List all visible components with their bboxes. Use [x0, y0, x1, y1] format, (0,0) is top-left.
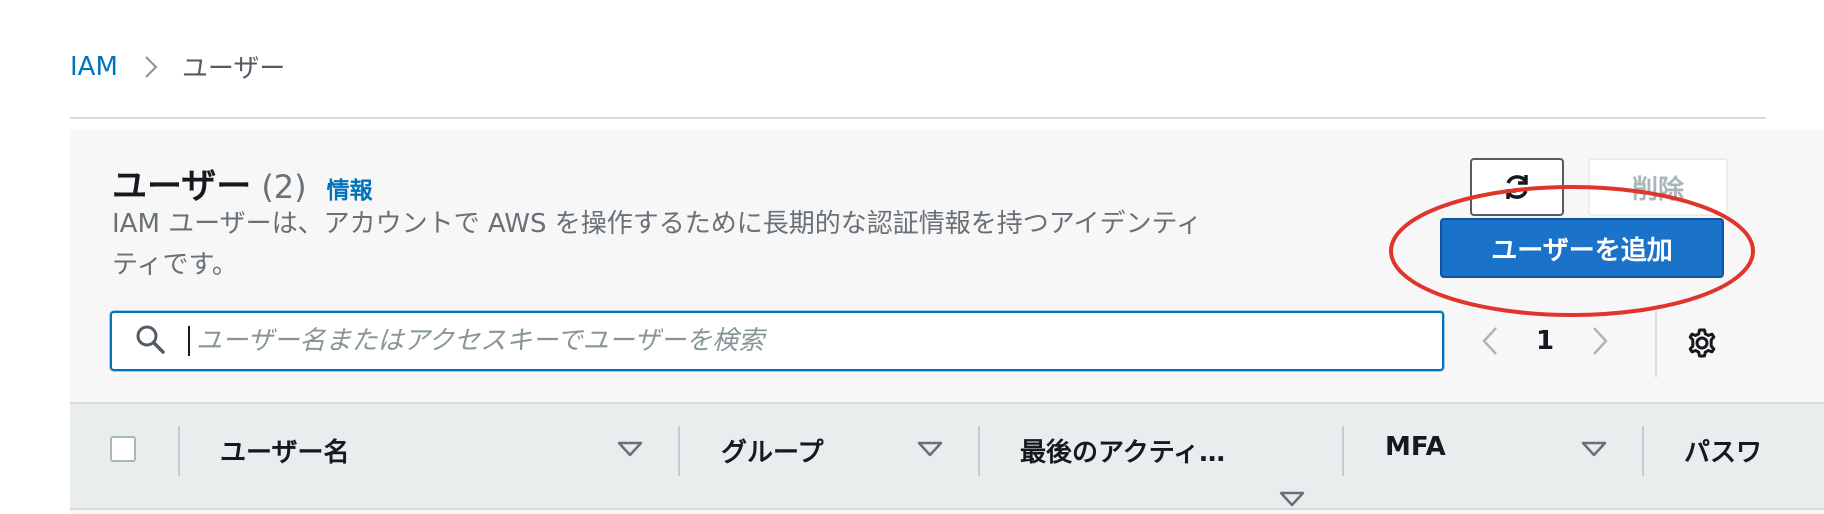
table-header: ユーザー名 グループ 最後のアクティ… MFA パスワ: [70, 402, 1824, 508]
column-header-mfa[interactable]: MFA: [1385, 432, 1446, 462]
chevron-left-icon[interactable]: [1470, 321, 1510, 361]
column-header-last-activity[interactable]: 最後のアクティ…: [1020, 432, 1225, 469]
column-separator: [678, 426, 680, 476]
column-separator: [1642, 426, 1644, 476]
add-user-button[interactable]: ユーザーを追加: [1440, 218, 1724, 278]
gear-icon: [1686, 327, 1718, 359]
select-all-checkbox[interactable]: [110, 436, 136, 462]
sort-down-icon[interactable]: [916, 440, 944, 458]
sort-down-icon[interactable]: [1580, 440, 1608, 458]
sort-down-icon[interactable]: [616, 440, 644, 458]
column-header-password[interactable]: パスワ: [1684, 432, 1762, 469]
search-icon: [134, 323, 170, 359]
page-title: ユーザー: [112, 167, 252, 207]
search-input[interactable]: [194, 325, 1442, 357]
chevron-right-icon[interactable]: [1580, 321, 1620, 361]
divider: [1655, 311, 1657, 377]
breadcrumb: IAM ユーザー: [70, 48, 285, 85]
search-field[interactable]: [110, 311, 1444, 371]
divider: [70, 508, 1824, 510]
delete-button[interactable]: 削除: [1588, 158, 1728, 216]
column-header-username[interactable]: ユーザー名: [220, 432, 349, 469]
column-header-group[interactable]: グループ: [721, 432, 823, 469]
pagination: 1: [1470, 311, 1620, 371]
column-separator: [978, 426, 980, 476]
sort-down-icon[interactable]: [1278, 490, 1306, 508]
users-table-container: ユーザー (2) 情報 IAM ユーザーは、アカウントで AWS を操作するため…: [70, 130, 1824, 514]
refresh-button[interactable]: [1470, 158, 1564, 216]
user-count: (2): [261, 168, 307, 206]
page-title-row: ユーザー (2) 情報: [112, 158, 373, 209]
iam-users-page: IAM ユーザー ユーザー (2) 情報 IAM ユーザーは、アカウントで AW…: [0, 0, 1824, 514]
chevron-right-icon: [144, 55, 158, 79]
text-caret: [188, 326, 190, 356]
breadcrumb-iam-link[interactable]: IAM: [70, 52, 118, 82]
settings-button[interactable]: [1682, 323, 1722, 363]
divider: [70, 117, 1766, 119]
column-separator: [178, 426, 180, 476]
refresh-icon: [1502, 172, 1532, 202]
current-page[interactable]: 1: [1536, 326, 1554, 356]
column-separator: [1342, 426, 1344, 476]
info-link[interactable]: 情報: [327, 171, 373, 205]
page-description: IAM ユーザーは、アカウントで AWS を操作するために長期的な認証情報を持つ…: [112, 209, 1202, 280]
breadcrumb-current: ユーザー: [181, 54, 286, 84]
